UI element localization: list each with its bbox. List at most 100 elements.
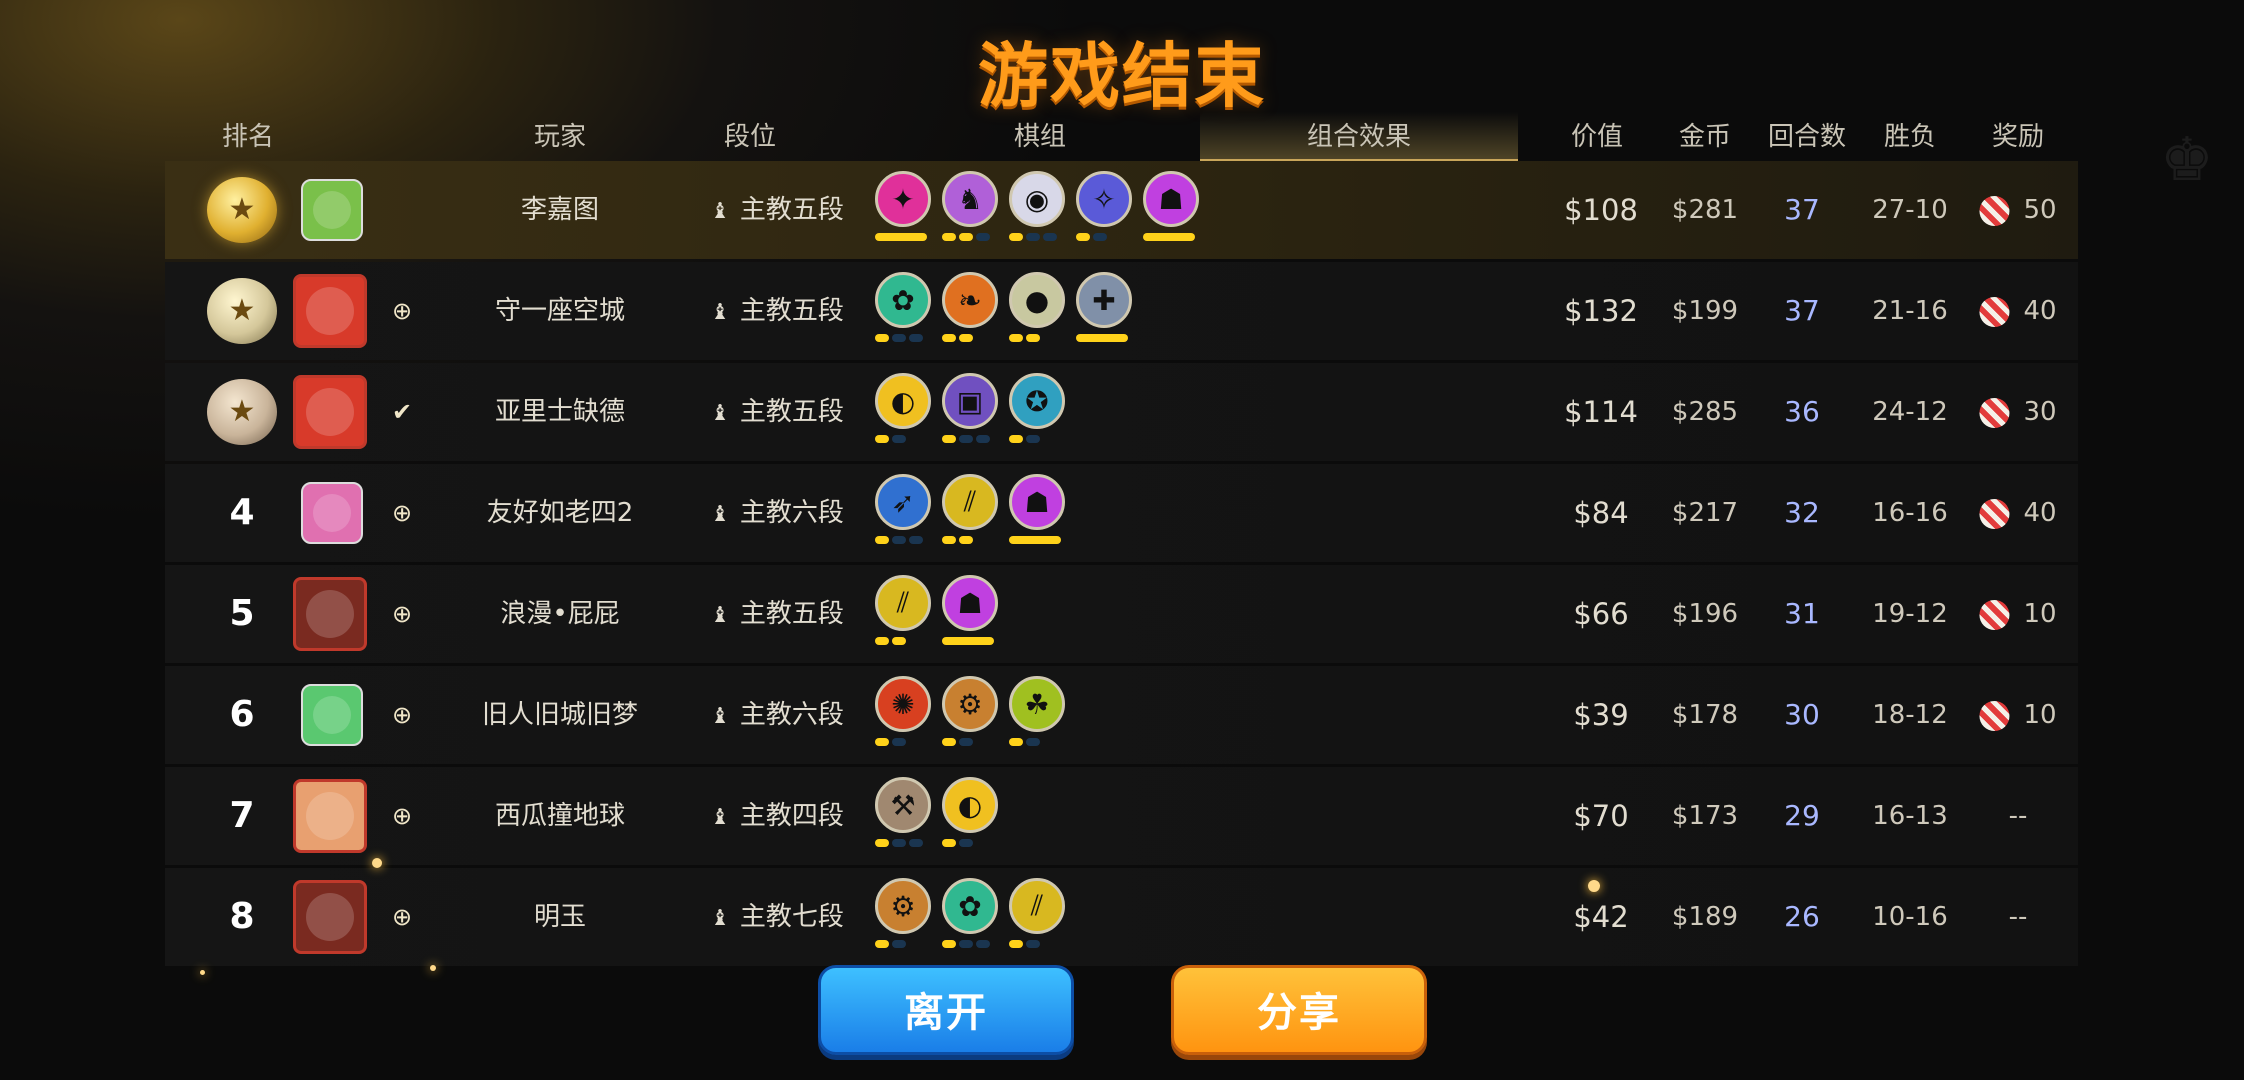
synergy-level (875, 334, 933, 342)
player-name[interactable]: 李嘉图 (521, 161, 599, 259)
add-friend-icon[interactable]: ⊕ (387, 599, 417, 629)
synergy-level-pip (942, 839, 956, 847)
board-value: $108 (1564, 193, 1638, 227)
table-row[interactable]: 8 ⊕ 明玉 ♝ 主教七段 ⚙ ✿ ⫽ $42 $189 26 10-16 -- (165, 868, 2078, 966)
synergy-item[interactable]: ☗ (942, 575, 1000, 645)
rounds-count: 37 (1784, 193, 1820, 226)
synergy-item[interactable]: ➶ (875, 474, 933, 544)
rounds-count: 26 (1784, 900, 1820, 933)
tier-label: 主教五段 (739, 296, 844, 326)
player-name[interactable]: 友好如老四2 (487, 464, 634, 562)
synergy-item[interactable]: ♞ (942, 171, 1000, 241)
synergy-item[interactable]: ✿ (875, 272, 933, 342)
rank-number: 5 (229, 593, 255, 634)
avatar[interactable] (293, 274, 367, 348)
synergy-level-pip (959, 233, 973, 241)
medal-symbol: ★ (228, 394, 256, 429)
avatar[interactable] (293, 779, 367, 853)
table-row[interactable]: ★ ✔ 亚里士缺德 ♝ 主教五段 ◐ ▣ ✪ $114 $285 36 24-12… (165, 363, 2078, 461)
player-name[interactable]: 浪漫•屁屁 (500, 565, 619, 663)
synergy-item[interactable]: ✪ (1009, 373, 1067, 443)
avatar[interactable] (301, 179, 363, 241)
synergy-item[interactable]: ◐ (875, 373, 933, 443)
column-rank: 排名 (221, 122, 275, 152)
synergy-level-pip (1026, 940, 1040, 948)
avatar[interactable] (293, 577, 367, 651)
synergy-item[interactable]: ⚙ (942, 676, 1000, 746)
synergy-item[interactable]: ❧ (942, 272, 1000, 342)
table-row[interactable]: 4 ⊕ 友好如老四2 ♝ 主教六段 ➶ ⫽ ☗ $84 $217 32 16-16… (165, 464, 2078, 562)
player-name[interactable]: 明玉 (534, 868, 586, 966)
player-name[interactable]: 西瓜撞地球 (495, 767, 625, 865)
add-friend-icon[interactable]: ⊕ (387, 902, 417, 932)
synergy-item[interactable]: ⫽ (942, 474, 1000, 544)
avatar[interactable] (293, 375, 367, 449)
tab-pieces[interactable]: 棋组 (1014, 112, 1066, 162)
player-tier: ♝ 主教四段 (710, 767, 844, 865)
synergy-item[interactable]: ✺ (875, 676, 933, 746)
synergy-level-pip (1043, 233, 1057, 241)
synergy-level-pip (1076, 233, 1090, 241)
reward: 10 (1979, 666, 2057, 764)
add-friend-icon[interactable]: ⊕ (387, 700, 417, 730)
add-friend-icon[interactable]: ⊕ (387, 296, 417, 326)
column-tier: 段位 (723, 122, 777, 152)
synergy-item[interactable]: ⚙ (875, 878, 933, 948)
synergy-item[interactable]: ⫽ (1009, 878, 1067, 948)
table-row[interactable]: 7 ⊕ 西瓜撞地球 ♝ 主教四段 ⚒ ◐ $70 $173 29 16-13 -- (165, 767, 2078, 865)
add-friend-icon[interactable]: ⊕ (387, 801, 417, 831)
synergy-item[interactable]: ⫽ (875, 575, 933, 645)
gold-amount: $173 (1671, 801, 1739, 831)
table-row[interactable]: ★ ⊕ 守一座空城 ♝ 主教五段 ✿ ❧ ● ✚ $132 $199 37 21-… (165, 262, 2078, 360)
synergy-item[interactable]: ✚ (1076, 272, 1134, 342)
demon-icon: ☗ (1143, 171, 1199, 227)
rounds-count: 29 (1784, 799, 1820, 832)
table-row[interactable]: ★ 李嘉图 ♝ 主教五段 ✦ ♞ ◉ ✧ ☗ $108 $281 37 27-10… (165, 161, 2078, 259)
share-button[interactable]: 分享 (1171, 965, 1427, 1055)
dragon-icon: ✦ (875, 171, 931, 227)
reward: 10 (1979, 565, 2057, 663)
synergy-level-pip (1026, 435, 1040, 443)
bishop-icon: ♝ (710, 906, 730, 931)
reward-amount: 30 (2023, 397, 2057, 427)
avatar[interactable] (301, 684, 363, 746)
synergy-item[interactable]: ☗ (1009, 474, 1067, 544)
bishop-icon: ♝ (710, 502, 730, 527)
synergy-item[interactable]: ☘ (1009, 676, 1067, 746)
player-name[interactable]: 守一座空城 (495, 262, 625, 360)
synergy-item[interactable]: ✿ (942, 878, 1000, 948)
synergy-level-pip (959, 738, 973, 746)
gold-amount: $217 (1671, 498, 1739, 528)
sparkle-decoration (1588, 880, 1600, 892)
avatar[interactable] (293, 880, 367, 954)
table-row[interactable]: 6 ⊕ 旧人旧城旧梦 ♝ 主教六段 ✺ ⚙ ☘ $39 $178 30 18-12… (165, 666, 2078, 764)
player-name[interactable]: 旧人旧城旧梦 (482, 666, 638, 764)
synergy-item[interactable]: ▣ (942, 373, 1000, 443)
table-header: 排名 玩家 段位 棋组 组合效果 价值 金币 回合数 胜负 奖励 (0, 112, 2244, 162)
synergy-item[interactable]: ● (1009, 272, 1067, 342)
synergy-level (942, 536, 1000, 544)
leave-button[interactable]: 离开 (818, 965, 1074, 1055)
synergy-level-pip (942, 738, 956, 746)
player-name[interactable]: 亚里士缺德 (495, 363, 625, 461)
synergy-level-pip (909, 536, 923, 544)
rounds-count: 37 (1784, 294, 1820, 327)
friend-added-icon[interactable]: ✔ (387, 397, 417, 427)
avatar[interactable] (301, 482, 363, 544)
reward: 40 (1979, 464, 2057, 562)
gold-amount: $189 (1671, 902, 1739, 932)
synergy-item[interactable]: ◉ (1009, 171, 1067, 241)
synergy-item[interactable]: ✧ (1076, 171, 1134, 241)
add-friend-icon[interactable]: ⊕ (387, 498, 417, 528)
synergy-level (1009, 334, 1067, 342)
synergy-item[interactable]: ☗ (1143, 171, 1201, 241)
synergy-item[interactable]: ⚒ (875, 777, 933, 847)
synergy-level (1143, 233, 1201, 241)
penguin-icon: ● (1009, 272, 1065, 328)
synergy-item[interactable]: ✦ (875, 171, 933, 241)
synergy-item[interactable]: ◐ (942, 777, 1000, 847)
table-row[interactable]: 5 ⊕ 浪漫•屁屁 ♝ 主教五段 ⫽ ☗ $66 $196 31 19-12 10 (165, 565, 2078, 663)
beast-icon: ✺ (875, 676, 931, 732)
synergy-level (875, 435, 933, 443)
tab-synergy[interactable]: 组合效果 (1307, 112, 1411, 162)
